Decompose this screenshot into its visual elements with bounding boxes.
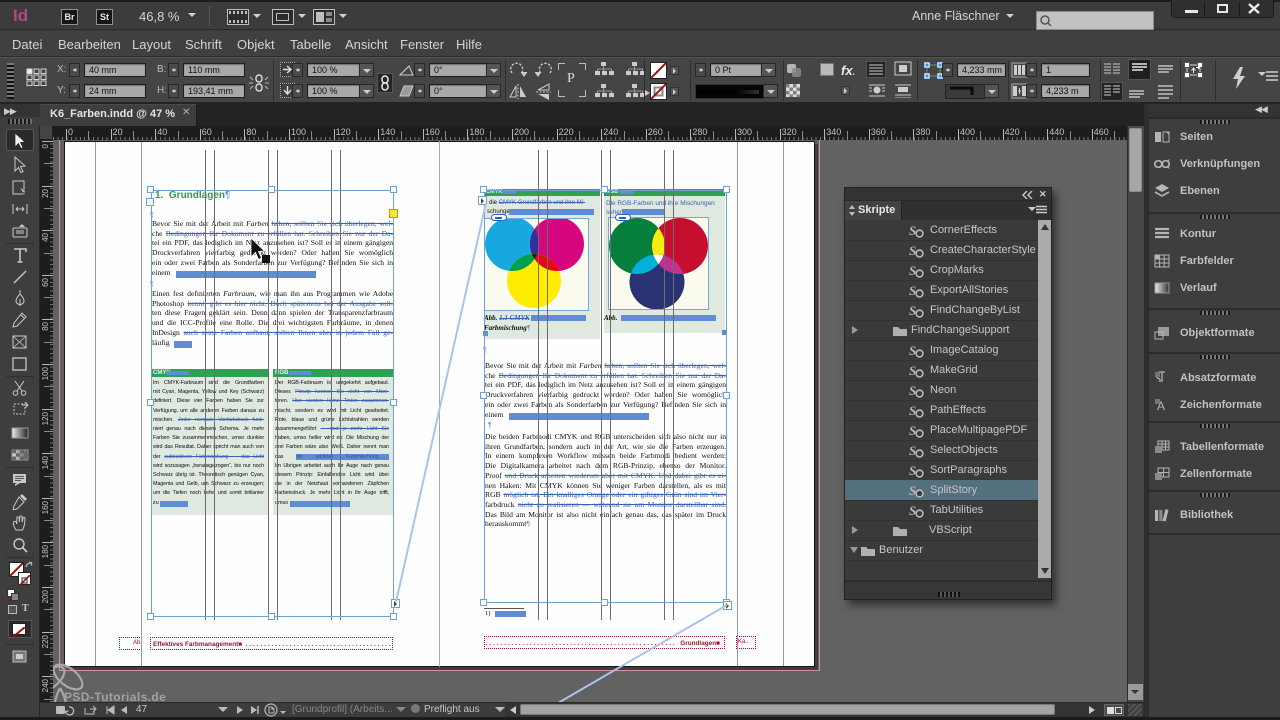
svg-text:S: S xyxy=(909,503,916,518)
svg-text:S: S xyxy=(909,243,916,258)
svg-text:S: S xyxy=(909,463,916,478)
svg-text:S: S xyxy=(909,363,916,378)
svg-text:S: S xyxy=(909,443,916,458)
svg-text:S: S xyxy=(909,263,916,278)
svg-text:S: S xyxy=(909,403,916,418)
svg-text:S: S xyxy=(909,483,916,498)
svg-text:S: S xyxy=(909,423,916,438)
svg-text:S: S xyxy=(909,383,916,398)
svg-text:S: S xyxy=(909,343,916,358)
svg-text:S: S xyxy=(909,283,916,298)
svg-text:S: S xyxy=(909,223,916,238)
svg-text:S: S xyxy=(909,303,916,318)
